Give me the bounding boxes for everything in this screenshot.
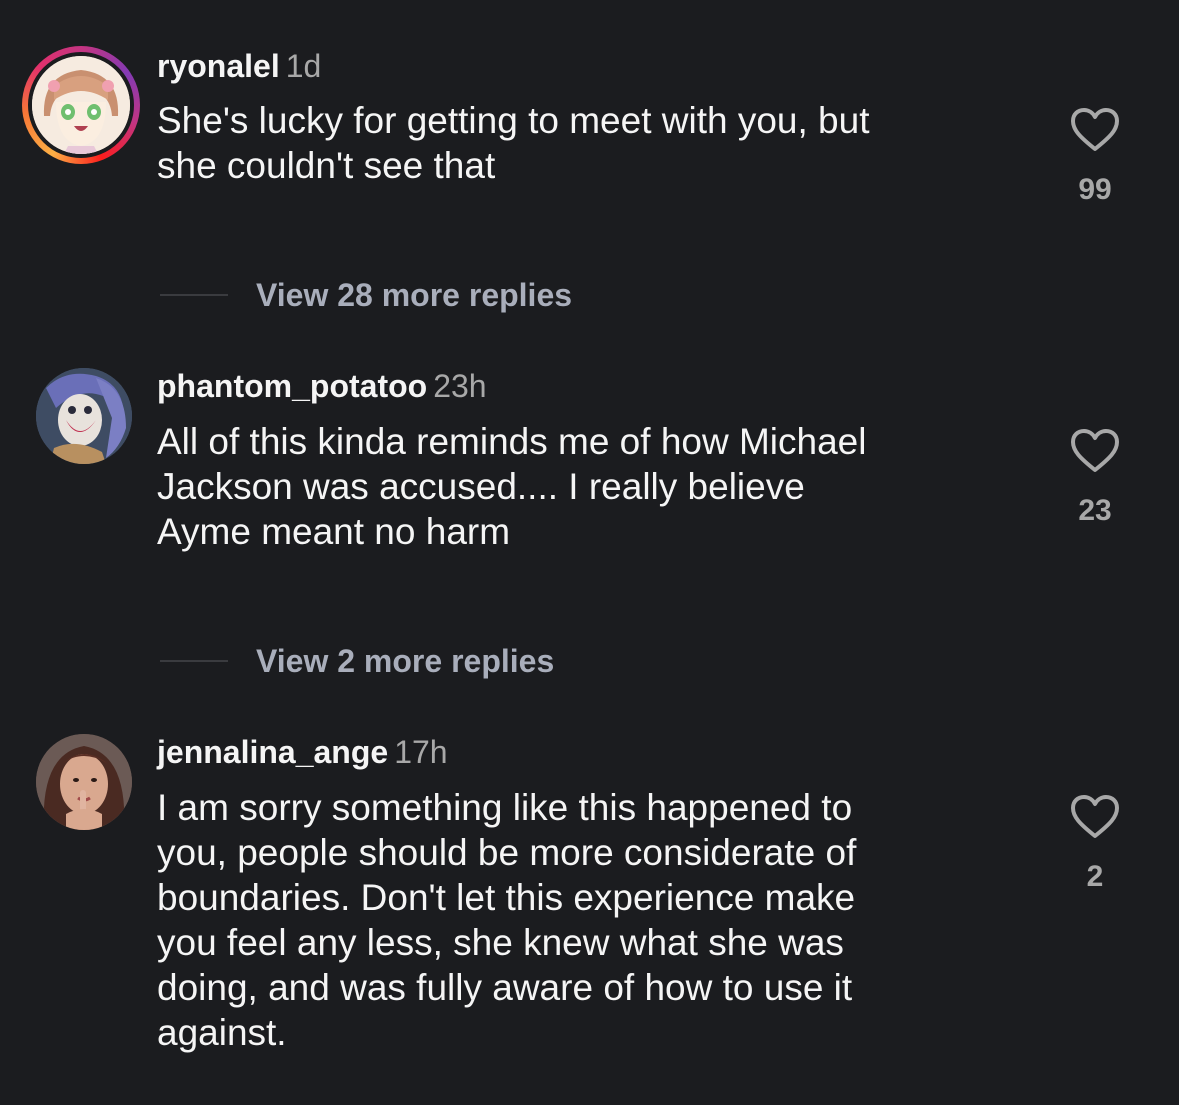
view-replies-label: View 2 more replies <box>256 642 555 679</box>
comment-text-line: against. <box>157 1012 287 1053</box>
comment-header: jennalina_ange 17h <box>157 732 448 772</box>
comment-text: I am sorry something like this happened … <box>157 785 1037 1055</box>
username[interactable]: phantom_potatoo <box>157 368 427 404</box>
username[interactable]: jennalina_ange <box>157 734 388 770</box>
comment-text-line: you feel any less, she knew what she was <box>157 922 844 963</box>
view-replies-link[interactable]: View 2 more replies <box>160 641 554 681</box>
joker-art-icon <box>36 368 132 464</box>
avatar[interactable] <box>36 734 132 830</box>
comment-text: She's lucky for getting to meet with you… <box>157 98 1037 188</box>
anime-girl-icon <box>32 56 130 154</box>
comment-text-line: Jackson was accused.... I really believe <box>157 466 805 507</box>
like-button[interactable] <box>1060 794 1130 840</box>
heart-icon <box>1071 795 1119 838</box>
like-count: 2 <box>1086 860 1104 893</box>
comment-text-line: you, people should be more considerate o… <box>157 832 857 873</box>
comment-text-line: doing, and was fully aware of how to use… <box>157 967 853 1008</box>
view-replies-link[interactable]: View 28 more replies <box>160 275 572 315</box>
comment-text-line: boundaries. Don't let this experience ma… <box>157 877 856 918</box>
like-button[interactable] <box>1060 428 1130 474</box>
heart-icon <box>1071 429 1119 472</box>
comment-header: ryonalel 1d <box>157 46 321 86</box>
like-count: 23 <box>1078 494 1112 527</box>
selfie-icon <box>36 734 132 830</box>
comment-text-line: I am sorry something like this happened … <box>157 787 853 828</box>
comment-text-line: All of this kinda reminds me of how Mich… <box>157 421 867 462</box>
view-replies-label: View 28 more replies <box>256 276 573 313</box>
reply-divider <box>160 660 228 662</box>
comment-text-line: she couldn't see that <box>157 145 496 186</box>
username[interactable]: ryonalel <box>157 48 280 84</box>
comment-text: All of this kinda reminds me of how Mich… <box>157 419 1037 554</box>
timestamp: 23h <box>433 368 487 404</box>
comment-text-line: Ayme meant no harm <box>157 511 511 552</box>
like-count: 99 <box>1078 173 1112 206</box>
timestamp: 17h <box>394 734 448 770</box>
like-button[interactable] <box>1060 107 1130 153</box>
avatar <box>28 52 134 158</box>
avatar[interactable] <box>36 368 132 464</box>
timestamp: 1d <box>285 48 322 84</box>
comments-page: ryonalel 1d She's lucky for getting to me… <box>0 0 1179 1105</box>
heart-icon <box>1071 108 1119 151</box>
reply-divider <box>160 294 228 296</box>
comment-text-line: She's lucky for getting to meet with you… <box>157 100 870 141</box>
avatar-story-ring[interactable] <box>22 46 140 164</box>
comment-header: phantom_potatoo 23h <box>157 366 487 406</box>
